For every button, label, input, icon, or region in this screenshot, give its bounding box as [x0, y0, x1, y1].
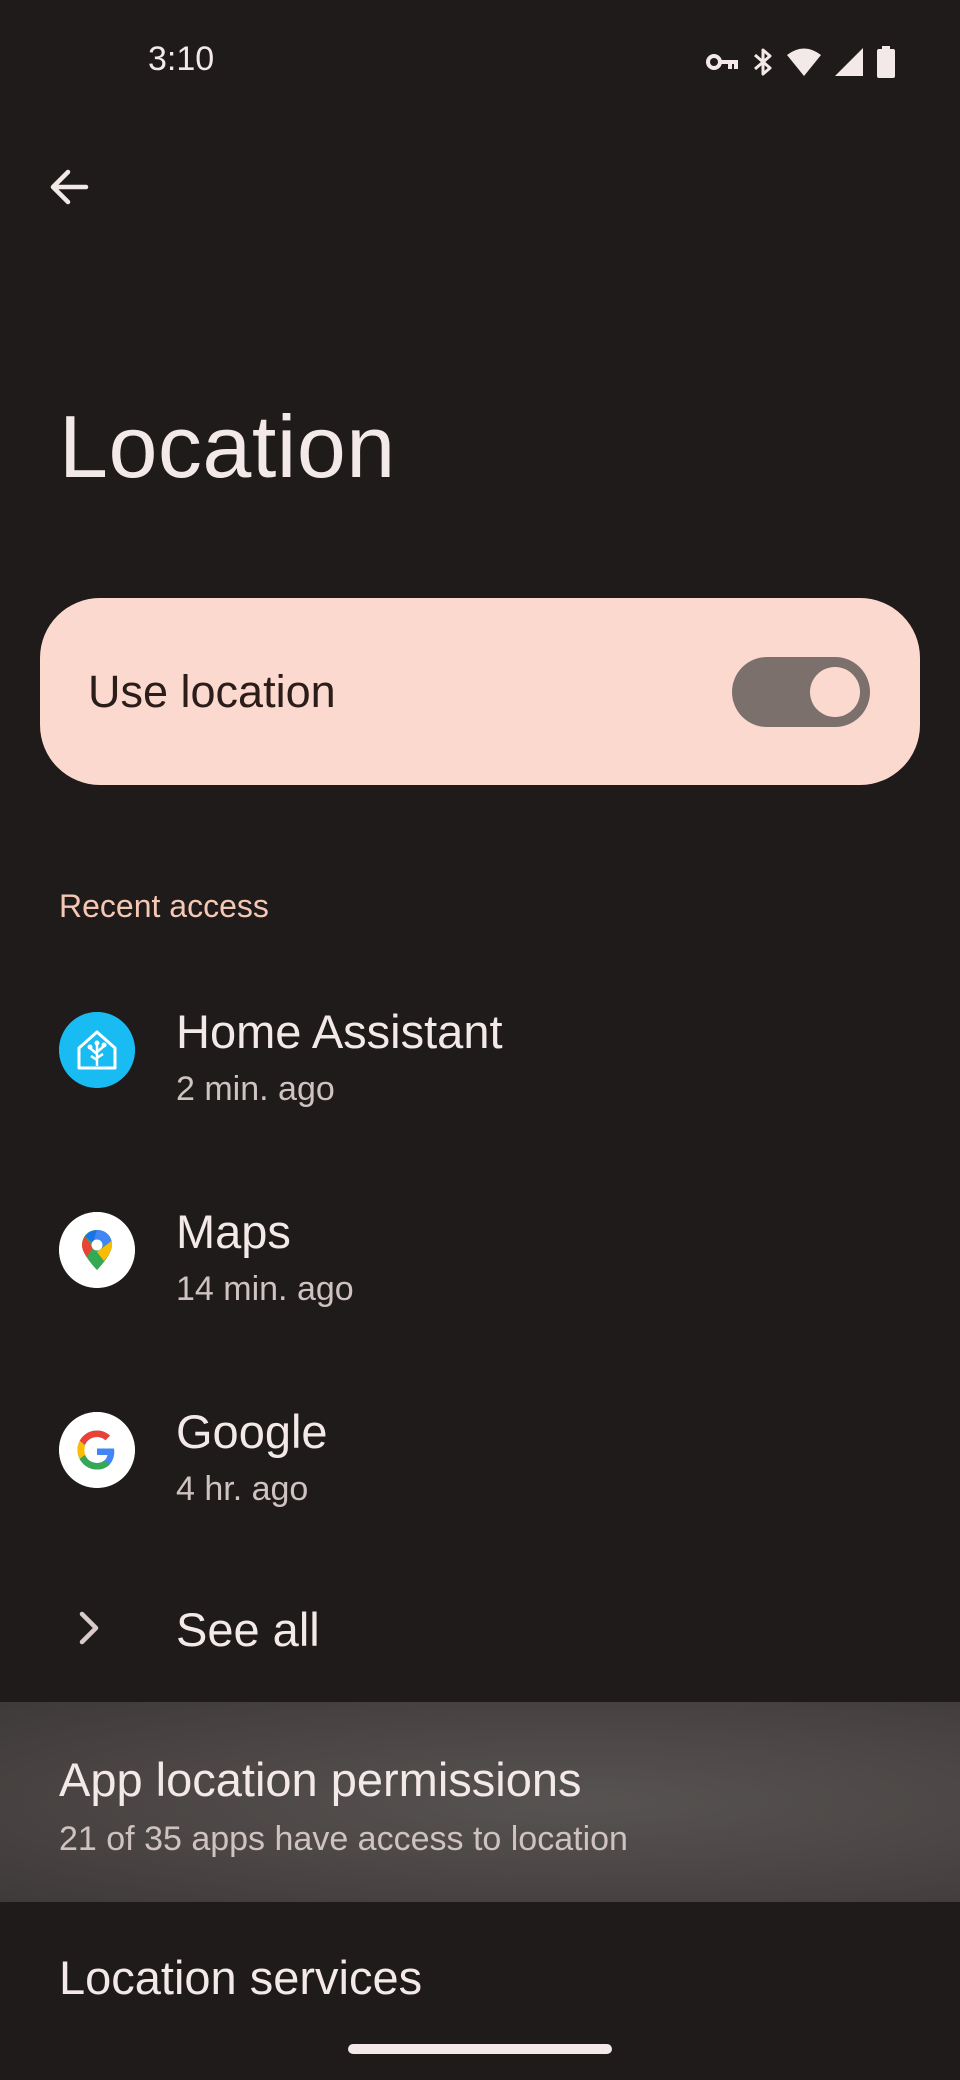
chevron-right-icon: [79, 1611, 99, 1645]
app-location-permissions-title: App location permissions: [59, 1753, 582, 1806]
recent-access-header: Recent access: [59, 888, 269, 924]
app-name: Maps: [176, 1205, 291, 1258]
status-time: 3:10: [148, 40, 215, 78]
battery-icon: [876, 46, 896, 78]
app-name: Home Assistant: [176, 1005, 503, 1058]
google-maps-icon: [59, 1212, 135, 1288]
see-all-label: See all: [176, 1603, 320, 1656]
use-location-toggle-row[interactable]: Use location: [40, 598, 920, 785]
home-assistant-icon: [59, 1012, 135, 1088]
location-settings-screen: 3:10 Location Use location Recent access…: [0, 0, 960, 2080]
app-last-access: 4 hr. ago: [176, 1470, 309, 1508]
location-services-title: Location services: [59, 1951, 423, 2004]
back-button[interactable]: [38, 156, 100, 218]
location-services-item[interactable]: Location services: [0, 1910, 960, 2030]
app-location-permissions-item[interactable]: App location permissions 21 of 35 apps h…: [0, 1702, 960, 1902]
list-item-google[interactable]: Google 4 hr. ago: [0, 1362, 960, 1538]
wifi-icon: [786, 47, 822, 77]
see-all-button[interactable]: See all: [0, 1568, 960, 1688]
switch-thumb: [810, 666, 860, 717]
app-last-access: 14 min. ago: [176, 1270, 354, 1308]
list-item-home-assistant[interactable]: Home Assistant 2 min. ago: [0, 962, 960, 1138]
vpn-key-icon: [706, 52, 740, 72]
status-icons: [706, 46, 896, 78]
app-location-permissions-summary: 21 of 35 apps have access to location: [59, 1820, 628, 1858]
status-bar: 3:10: [0, 0, 960, 125]
use-location-label: Use location: [88, 665, 336, 717]
app-name: Google: [176, 1405, 328, 1458]
signal-icon: [834, 47, 864, 77]
use-location-switch[interactable]: [732, 656, 870, 727]
page-title: Location: [59, 397, 396, 496]
arrow-back-icon: [50, 169, 89, 205]
bluetooth-icon: [752, 46, 774, 78]
list-item-maps[interactable]: Maps 14 min. ago: [0, 1162, 960, 1338]
google-icon: [59, 1412, 135, 1488]
app-last-access: 2 min. ago: [176, 1070, 335, 1108]
gesture-nav-handle[interactable]: [348, 2044, 612, 2054]
